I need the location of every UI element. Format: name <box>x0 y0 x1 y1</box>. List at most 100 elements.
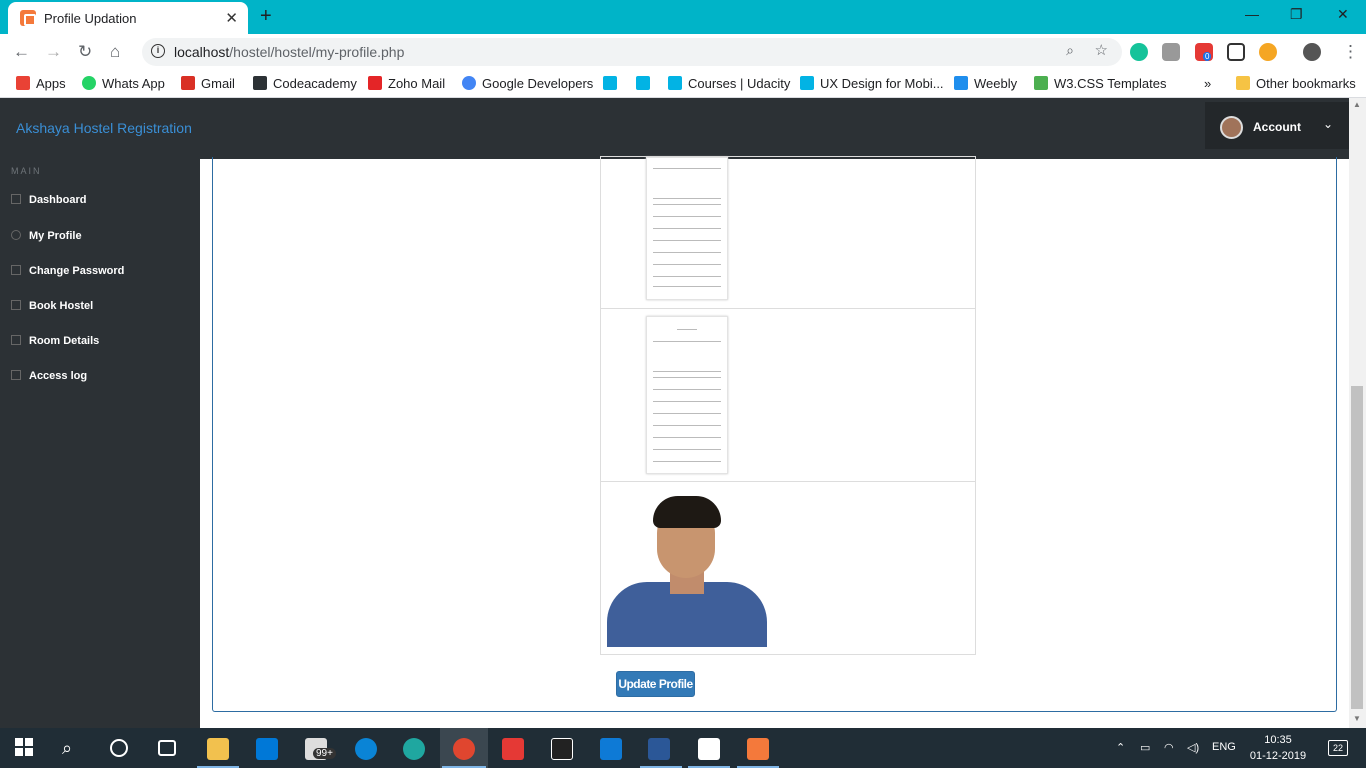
battery-icon[interactable]: ▭ <box>1140 741 1150 754</box>
bookmark-w3css[interactable]: W3.CSS Templates <box>1034 76 1166 91</box>
home-icon[interactable]: ⌂ <box>110 42 120 62</box>
profile-photo <box>607 494 767 647</box>
task-view-icon[interactable] <box>158 740 176 756</box>
scroll-down-icon[interactable]: ▼ <box>1353 714 1361 723</box>
page-scrollbar[interactable]: ▲ ▼ <box>1349 98 1366 729</box>
bookmark-codeacademy[interactable]: Codeacademy <box>253 76 357 91</box>
profile-avatar-icon[interactable] <box>1303 43 1321 61</box>
restore-button[interactable]: ❐ <box>1290 6 1303 23</box>
bookmark-courses-udacity[interactable]: Courses | Udacity <box>668 76 790 91</box>
google-developers-icon <box>462 76 476 90</box>
edge-icon[interactable] <box>355 738 377 760</box>
close-window-button[interactable]: ✕ <box>1337 6 1349 23</box>
bookmark-udacity-2[interactable] <box>636 76 656 91</box>
notification-center-icon[interactable]: 22 <box>1328 740 1348 756</box>
user-icon <box>11 230 21 240</box>
menu-icon[interactable]: ⋮ <box>1342 42 1359 62</box>
minimize-button[interactable]: — <box>1245 6 1259 22</box>
table-row <box>601 157 975 309</box>
browser-tab-bar: Profile Updation ✕ + — ❐ ✕ <box>0 0 1366 34</box>
grammarly-icon[interactable] <box>1130 43 1148 61</box>
bookmark-apps[interactable]: Apps <box>16 76 66 91</box>
cast-icon[interactable] <box>1227 43 1245 61</box>
sidebar-item-my-profile[interactable]: My Profile <box>11 230 82 242</box>
whatsapp-icon <box>82 76 96 90</box>
file-explorer-icon[interactable] <box>207 738 229 760</box>
sidebar-item-book-hostel[interactable]: Book Hostel <box>11 300 93 312</box>
bookmark-udacity-1[interactable] <box>603 76 623 91</box>
tab-close-icon[interactable]: ✕ <box>225 9 238 27</box>
udacity-icon <box>636 76 650 90</box>
sidebar-item-change-password[interactable]: Change Password <box>11 265 124 277</box>
wifi-icon[interactable]: ◠ <box>1164 741 1174 754</box>
bookmark-star-icon[interactable]: ☆ <box>1095 41 1108 59</box>
profile-panel: Update Profile <box>212 156 1337 712</box>
bookmark-ux-design[interactable]: UX Design for Mobi... <box>800 76 944 91</box>
avatar <box>1220 116 1243 139</box>
new-tab-button[interactable]: + <box>260 5 272 28</box>
chevron-up-icon[interactable]: ⌃ <box>1116 741 1125 754</box>
edge-beta-icon[interactable] <box>403 738 425 760</box>
sidebar-item-room-details[interactable]: Room Details <box>11 335 99 347</box>
folder-icon <box>1236 76 1250 90</box>
document-image <box>646 157 728 300</box>
info-icon[interactable]: i <box>151 44 165 58</box>
brackets-icon[interactable] <box>502 738 524 760</box>
table-row <box>601 309 975 482</box>
cortana-icon[interactable] <box>110 739 128 757</box>
udacity-icon <box>800 76 814 90</box>
bookmarks-overflow-button[interactable]: » <box>1204 76 1211 91</box>
back-icon[interactable]: ← <box>13 42 30 62</box>
forward-icon[interactable]: → <box>45 42 62 62</box>
volume-icon[interactable]: ◁) <box>1187 741 1199 754</box>
url-text[interactable]: localhost/hostel/hostel/my-profile.php <box>174 44 404 60</box>
vscode-icon[interactable] <box>600 738 622 760</box>
browser-tab[interactable]: Profile Updation ✕ <box>8 2 248 34</box>
windows-start-icon[interactable] <box>15 738 37 760</box>
bookmark-weebly[interactable]: Weebly <box>954 76 1017 91</box>
sidebar-item-access-log[interactable]: Access log <box>11 370 87 382</box>
sidebar: MAIN Dashboard My Profile Change Passwor… <box>0 159 200 729</box>
xampp-icon[interactable] <box>747 738 769 760</box>
sidebar-item-dashboard[interactable]: Dashboard <box>11 194 86 206</box>
main-content: Update Profile <box>200 156 1349 729</box>
bookmark-gmail[interactable]: Gmail <box>181 76 235 91</box>
extension-owl-icon[interactable] <box>1259 43 1277 61</box>
clock-time: 10:35 <box>1264 734 1292 746</box>
account-menu[interactable]: Account ⌄ <box>1205 102 1349 149</box>
search-icon[interactable]: ⌕ <box>62 738 84 760</box>
clock[interactable]: 10:35 01-12-2019 <box>1248 732 1308 764</box>
chrome-icon[interactable] <box>453 738 475 760</box>
bookmark-google-developers[interactable]: Google Developers <box>462 76 593 91</box>
windows-taskbar: ⌕ 99+ ⌃ ▭ ◠ ◁) ENG 10:35 01-12-2019 22 <box>0 728 1366 768</box>
extension-badge-icon[interactable]: 0 <box>1195 43 1213 61</box>
scroll-up-icon[interactable]: ▲ <box>1353 100 1361 109</box>
search-icon[interactable]: ⌕ <box>1066 42 1074 59</box>
store-icon[interactable] <box>256 738 278 760</box>
xampp-favicon-icon <box>20 10 36 26</box>
app-header: Akshaya Hostel Registration Account ⌄ <box>0 98 1349 159</box>
zoho-icon <box>368 76 382 90</box>
extension-icon[interactable] <box>1162 43 1180 61</box>
bookmark-zoho-mail[interactable]: Zoho Mail <box>368 76 445 91</box>
clock-date: 01-12-2019 <box>1249 750 1307 762</box>
intellij-icon[interactable] <box>551 738 573 760</box>
update-profile-button[interactable]: Update Profile <box>616 671 695 697</box>
chevron-down-icon: ⌄ <box>1323 117 1334 131</box>
address-bar[interactable]: i localhost/hostel/hostel/my-profile.php… <box>142 38 1122 66</box>
scrollbar-thumb[interactable] <box>1351 386 1363 709</box>
edit-icon <box>11 265 21 275</box>
other-bookmarks[interactable]: Other bookmarks <box>1236 76 1356 91</box>
language-indicator[interactable]: ENG <box>1212 741 1236 753</box>
bookmarks-bar: Apps Whats App Gmail Codeacademy Zoho Ma… <box>0 70 1366 98</box>
photos-icon[interactable] <box>698 738 720 760</box>
document-image <box>646 316 728 474</box>
browser-toolbar: ← → ↻ ⌂ i localhost/hostel/hostel/my-pro… <box>0 34 1366 70</box>
reload-icon[interactable]: ↻ <box>78 42 92 62</box>
w3css-icon <box>1034 76 1048 90</box>
word-icon[interactable] <box>648 738 670 760</box>
mail-icon[interactable]: 99+ <box>305 738 336 760</box>
table-row <box>601 482 975 655</box>
bookmark-whatsapp[interactable]: Whats App <box>82 76 165 91</box>
brand-link[interactable]: Akshaya Hostel Registration <box>16 120 192 136</box>
